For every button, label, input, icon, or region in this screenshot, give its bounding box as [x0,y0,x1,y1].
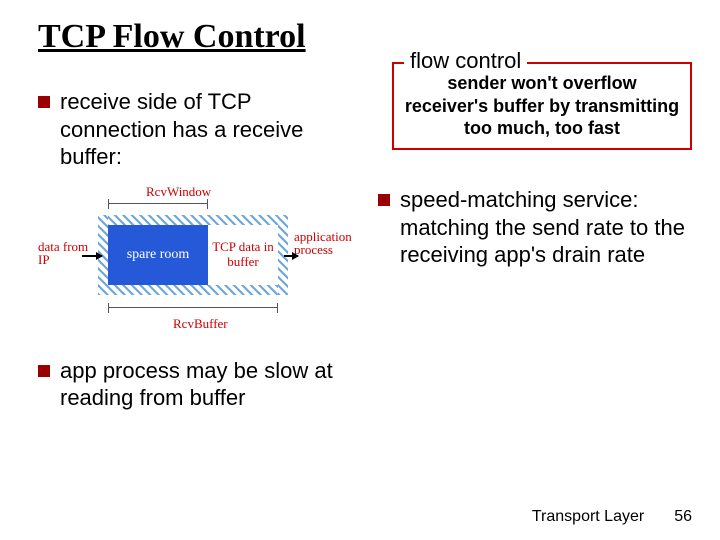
tcp-data-box: TCP data in buffer [208,225,278,285]
rcv-window-bracket [108,199,208,209]
buffer-border-top [98,215,288,225]
callout-rule-right [530,62,692,64]
bullet-speed-matching: speed-matching service: matching the sen… [378,186,688,269]
buffer-border-bottom [98,285,288,295]
arrow-in-icon [82,255,102,257]
rcv-buffer-bracket [108,303,278,313]
bullet-text: app process may be slow at reading from … [60,357,358,412]
rcv-window-label: RcvWindow [146,185,211,199]
bullet-text: speed-matching service: matching the sen… [400,186,688,269]
data-from-ip-label: data from IP [38,240,96,267]
slide-footer: Transport Layer 56 [532,508,692,526]
bullet-text: receive side of TCP connection has a rec… [60,88,358,171]
buffer-diagram: RcvWindow spare room TCP data in buffer … [38,185,348,335]
bullet-icon [378,194,390,206]
slide-title: TCP Flow Control [38,18,690,56]
page-number: 56 [674,508,692,526]
bullet-icon [38,96,50,108]
bullet-receive-buffer: receive side of TCP connection has a rec… [38,88,358,171]
slide: TCP Flow Control flow control sender won… [0,0,720,540]
left-column: receive side of TCP connection has a rec… [38,66,358,424]
bullet-icon [38,365,50,377]
arrow-out-icon [284,255,298,257]
flow-control-label: flow control [404,50,527,72]
spare-room-box: spare room [108,225,208,285]
footer-section: Transport Layer [532,508,644,526]
application-process-label: application process [294,230,360,257]
flow-control-box: sender won't overflow receiver's buffer … [392,62,692,150]
tcp-data-label: TCP data in buffer [208,240,278,269]
rcv-buffer-label: RcvBuffer [173,317,228,331]
bullet-app-slow: app process may be slow at reading from … [38,357,358,412]
flow-control-callout: flow control sender won't overflow recei… [392,52,692,150]
